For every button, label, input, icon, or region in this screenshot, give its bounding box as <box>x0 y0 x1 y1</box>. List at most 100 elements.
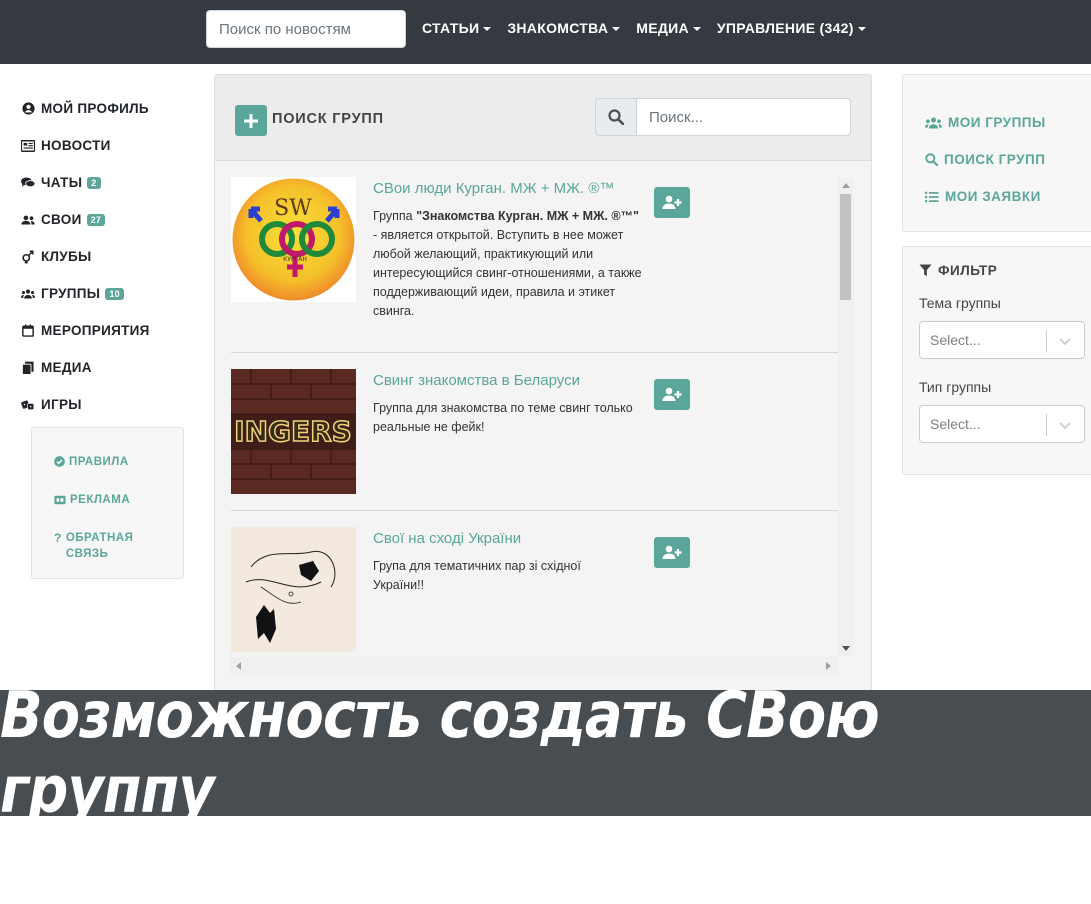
group-description-text: Группа для знакомства по теме свинг толь… <box>373 401 633 434</box>
user-circle-icon <box>21 102 35 116</box>
feedback-link-label: ОБРАТНАЯ СВЯЗЬ <box>65 532 134 560</box>
copy-icon <box>21 361 35 375</box>
chevron-down-icon <box>1059 422 1071 430</box>
group-list-item: SW КУРГАН СВои люди Курган. МЖ + МЖ. ®™ … <box>231 177 839 353</box>
sidebar-item-games[interactable]: ИГРЫ <box>21 386 191 423</box>
group-search-header: ПОИСК ГРУПП <box>215 75 871 161</box>
check-circle-icon <box>54 454 65 472</box>
rules-link[interactable]: ПРАВИЛА <box>54 454 183 472</box>
top-navbar: СТАТЬИ ЗНАКОМСТВА МЕДИА УПРАВЛЕНИЕ (342) <box>0 0 1091 64</box>
scroll-right-icon[interactable] <box>826 662 831 670</box>
group-search-link[interactable]: ПОИСК ГРУПП <box>925 152 1045 167</box>
theme-select[interactable]: Select... <box>919 321 1085 359</box>
nav-articles[interactable]: СТАТЬИ <box>422 20 492 36</box>
theme-label: Тема группы <box>919 295 1001 311</box>
filter-title-label: ФИЛЬТР <box>938 263 998 278</box>
dice-icon <box>21 398 35 412</box>
sidebar-item-clubs[interactable]: КЛУБЫ <box>21 238 191 275</box>
sidebar-item-label: МЕРОПРИЯТИЯ <box>41 323 150 338</box>
scroll-up-icon[interactable] <box>842 183 850 188</box>
sidebar-item-svoi[interactable]: СВОИ 27 <box>21 201 191 238</box>
group-list-item: INGERS Свинг знакомства в Беларуси Групп… <box>231 353 839 511</box>
select-separator <box>1046 414 1047 436</box>
chat-icon <box>21 176 35 190</box>
sidebar-item-profile[interactable]: МОЙ ПРОФИЛЬ <box>21 90 191 127</box>
sidebar-item-chats[interactable]: ЧАТЫ 2 <box>21 164 191 201</box>
type-label: Тип группы <box>919 379 992 395</box>
group-description: Група для тематичних пар зі східної Укра… <box>373 557 603 595</box>
filter-title: ФИЛЬТР <box>919 263 997 278</box>
nav-media[interactable]: МЕДИА <box>636 20 701 36</box>
calendar-icon <box>21 324 35 338</box>
sidebar-item-label: МОЙ ПРОФИЛЬ <box>41 101 149 116</box>
sidebar-item-groups[interactable]: ГРУППЫ 10 <box>21 275 191 312</box>
svg-text:КУРГАН: КУРГАН <box>283 256 307 263</box>
groups-menu-panel: МОИ ГРУППЫ ПОИСК ГРУПП МОИ ЗАЯВКИ <box>902 74 1091 232</box>
horizontal-scrollbar[interactable] <box>230 657 838 674</box>
question-icon: ? <box>54 531 62 545</box>
scroll-down-icon[interactable] <box>842 646 850 651</box>
caret-down-icon <box>857 27 866 32</box>
group-icon <box>21 287 35 301</box>
join-group-button[interactable] <box>654 187 690 218</box>
svoi-count-badge: 27 <box>86 213 106 226</box>
group-search-input[interactable] <box>636 98 851 136</box>
join-group-button[interactable] <box>654 379 690 410</box>
user-plus-icon <box>662 195 682 209</box>
group-description-text: Група для тематичних пар зі східної Укра… <box>373 559 581 592</box>
sidebar-item-label: ЧАТЫ <box>41 175 83 190</box>
sidebar-item-label: ГРУППЫ <box>41 286 101 301</box>
group-list-item: Свої на сході України Група для тематичн… <box>231 511 839 655</box>
search-icon <box>925 153 938 166</box>
user-plus-icon <box>662 545 682 559</box>
ad-icon <box>54 492 66 510</box>
my-requests-label: МОИ ЗАЯВКИ <box>945 189 1041 204</box>
join-group-button[interactable] <box>654 537 690 568</box>
sidebar-item-label: МЕДИА <box>41 360 92 375</box>
svg-text:INGERS: INGERS <box>234 415 352 448</box>
group-image[interactable]: SW КУРГАН <box>231 177 356 302</box>
group-search-panel: ПОИСК ГРУПП SW <box>214 74 872 694</box>
nav-management[interactable]: УПРАВЛЕНИЕ (342) <box>717 20 866 36</box>
group-list: SW КУРГАН СВои люди Курган. МЖ + МЖ. ®™ … <box>231 177 839 655</box>
my-requests-link[interactable]: МОИ ЗАЯВКИ <box>925 189 1041 204</box>
my-groups-label: МОИ ГРУППЫ <box>948 115 1046 130</box>
group-title-link[interactable]: Свої на сході України <box>373 530 521 547</box>
type-select[interactable]: Select... <box>919 405 1085 443</box>
group-title-link[interactable]: СВои люди Курган. МЖ + МЖ. ®™ <box>373 180 614 197</box>
scroll-left-icon[interactable] <box>236 662 241 670</box>
sidebar-item-media[interactable]: МЕДИА <box>21 349 191 386</box>
scrollbar-thumb[interactable] <box>840 194 851 300</box>
nav-dating-label: ЗНАКОМСТВА <box>507 20 609 36</box>
group-description-rest: - является открытой. Вступить в нее може… <box>373 228 642 318</box>
promo-banner: Возможность создать СВою группу <box>0 678 1091 828</box>
filter-icon <box>919 264 932 277</box>
group-description-bold: "Знакомства Курган. МЖ + МЖ. ®™" <box>416 209 639 223</box>
caret-down-icon <box>612 27 621 32</box>
create-group-button[interactable] <box>235 105 267 136</box>
chevron-down-icon <box>1059 338 1071 346</box>
news-search-input[interactable] <box>206 10 406 48</box>
nav-dating[interactable]: ЗНАКОМСТВА <box>507 20 621 36</box>
group-image[interactable] <box>231 527 356 652</box>
search-icon <box>608 109 624 125</box>
sidebar-item-news[interactable]: НОВОСТИ <box>21 127 191 164</box>
search-button[interactable] <box>595 98 637 136</box>
sidebar-item-label: СВОИ <box>41 212 82 227</box>
vertical-scrollbar[interactable] <box>838 178 854 656</box>
group-search-label: ПОИСК ГРУПП <box>944 152 1046 167</box>
groups-count-badge: 10 <box>105 287 124 300</box>
svg-text:SW: SW <box>274 196 312 221</box>
sidebar-item-label: ИГРЫ <box>41 397 82 412</box>
group-image[interactable]: INGERS <box>231 369 356 494</box>
sidebar-item-events[interactable]: МЕРОПРИЯТИЯ <box>21 312 191 349</box>
banner-headline: Возможность создать СВою группу <box>0 678 880 828</box>
page-title: ПОИСК ГРУПП <box>272 111 384 127</box>
group-title-link[interactable]: Свинг знакомства в Беларуси <box>373 372 580 389</box>
feedback-link[interactable]: ? ОБРАТНАЯ СВЯЗЬ <box>54 530 183 562</box>
ads-link[interactable]: РЕКЛАМА <box>54 492 183 510</box>
theme-select-value: Select... <box>930 332 981 348</box>
my-groups-link[interactable]: МОИ ГРУППЫ <box>925 115 1046 130</box>
newspaper-icon <box>21 139 35 153</box>
rules-link-label: ПРАВИЛА <box>69 456 129 468</box>
